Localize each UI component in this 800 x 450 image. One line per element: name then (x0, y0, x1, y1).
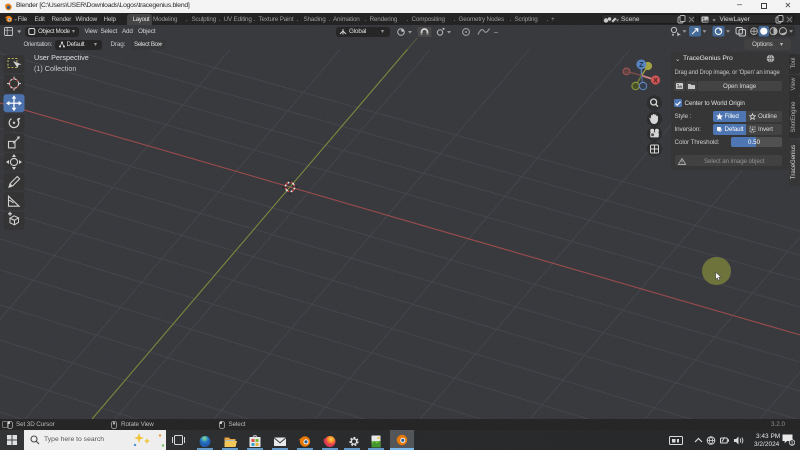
svg-text:Z: Z (639, 62, 644, 69)
svg-text:X: X (653, 77, 658, 84)
svg-text:1: 1 (791, 440, 794, 446)
